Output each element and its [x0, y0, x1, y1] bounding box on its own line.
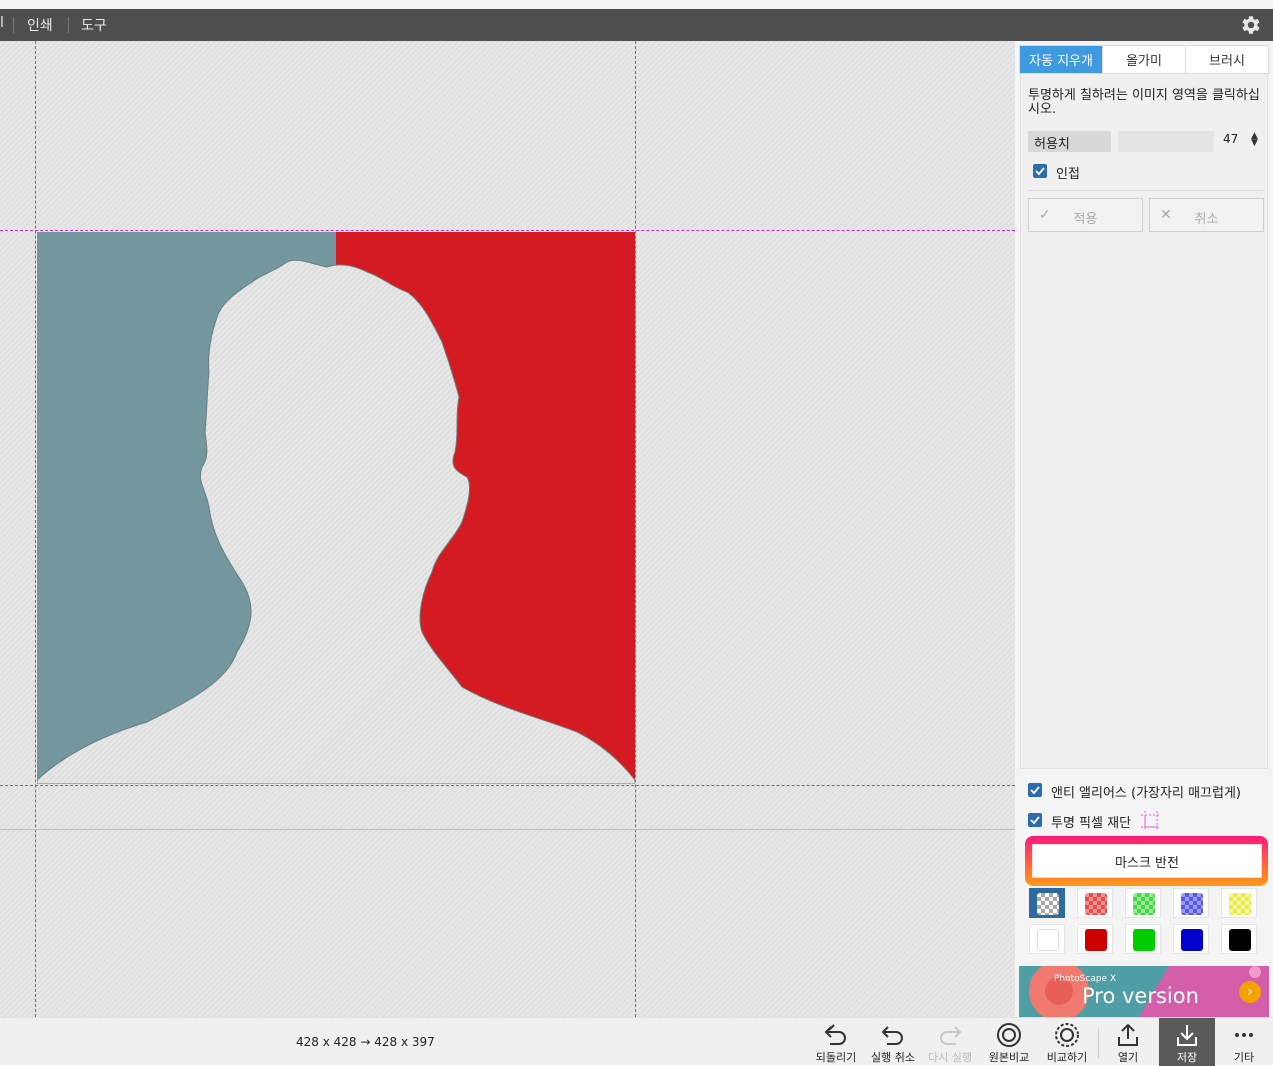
edited-photo[interactable] [37, 232, 635, 784]
menu-item-print[interactable]: 인쇄 [27, 15, 53, 35]
promo-big-text: Pro version [1082, 984, 1199, 1008]
open-icon [1118, 1023, 1138, 1046]
antialias-checkbox[interactable] [1028, 783, 1042, 797]
crop-icon [1141, 811, 1161, 831]
more-label: 기타 [1233, 1051, 1255, 1064]
compare-label: 비교하기 [1046, 1051, 1088, 1064]
checkmark-icon [1035, 167, 1045, 176]
image-canvas[interactable] [0, 41, 1015, 1017]
checker-green-icon [1133, 893, 1155, 915]
more-button[interactable]: 기타 [1216, 1018, 1272, 1066]
apply-button[interactable]: ✓ 적용 [1028, 198, 1143, 232]
revert-label: 되돌리기 [815, 1051, 857, 1064]
swatch-blue[interactable] [1173, 924, 1209, 954]
checkmark-icon [1030, 786, 1040, 795]
checker-gray-icon [1037, 893, 1059, 915]
compare-original-label: 원본비교 [988, 1051, 1030, 1064]
red-color-icon [1085, 929, 1107, 951]
guide-line-cyan [0, 829, 1015, 830]
tab-brush[interactable]: 브러시 [1186, 46, 1268, 73]
invert-mask-button[interactable]: 마스크 반전 [1032, 844, 1262, 878]
green-color-icon [1133, 929, 1155, 951]
undo-label: 실행 취소 [871, 1051, 915, 1064]
menu-item-partial[interactable]: l [0, 15, 4, 31]
instruction-text: 투명하게 칠하려는 이미지 영역을 클릭하십시오. [1028, 88, 1260, 117]
save-icon [1177, 1025, 1197, 1046]
pro-version-banner[interactable]: PhotoScape X Pro version › [1019, 966, 1269, 1017]
redo-icon [940, 1026, 962, 1045]
save-button[interactable]: 저장 [1159, 1018, 1215, 1066]
bottom-toolbar: 428 x 428 → 428 x 397 되돌리기 실행 취소 다시 실행 원… [0, 1017, 1273, 1066]
open-button[interactable]: 열기 [1100, 1018, 1156, 1066]
swatch-checker-yellow[interactable] [1221, 888, 1257, 918]
invert-mask-highlight: 마스크 반전 [1025, 836, 1268, 886]
tolerance-spinner-icon[interactable]: ▲ ▼ [1251, 132, 1258, 148]
swatch-checker-green[interactable] [1125, 888, 1161, 918]
tolerance-slider[interactable] [1118, 131, 1214, 152]
guide-line-left [35, 41, 36, 1017]
redo-button[interactable]: 다시 실행 [922, 1018, 978, 1066]
swatch-red[interactable] [1077, 924, 1113, 954]
apply-label: 적용 [1073, 212, 1098, 227]
panel-settings-box [1020, 45, 1268, 769]
contiguous-label: 인접 [1056, 167, 1080, 182]
compare-original-button[interactable]: 원본비교 [981, 1018, 1037, 1066]
swatch-green[interactable] [1125, 924, 1161, 954]
tab-lasso[interactable]: 올가미 [1103, 46, 1186, 73]
antialias-label: 앤티 앨리어스 (가장자리 매끄럽게) [1051, 786, 1241, 801]
blue-color-icon [1181, 929, 1203, 951]
more-icon [1235, 1033, 1253, 1037]
guide-line-top [0, 230, 1015, 231]
trim-transparent-label: 투명 픽셀 재단 [1051, 816, 1132, 831]
menu-separator [68, 17, 69, 33]
toolbar-separator [1098, 1028, 1099, 1058]
window-top-strip [0, 0, 1273, 9]
swatch-checker-red[interactable] [1077, 888, 1113, 918]
undo-button[interactable]: 실행 취소 [865, 1018, 921, 1066]
compare-button[interactable]: 비교하기 [1039, 1018, 1095, 1066]
black-color-icon [1229, 929, 1251, 951]
white-color-icon [1037, 929, 1059, 951]
cancel-label: 취소 [1194, 212, 1219, 227]
menu-separator [13, 17, 14, 33]
checker-blue-icon [1181, 893, 1203, 915]
swatch-checker-gray[interactable] [1029, 888, 1065, 918]
checker-yellow-icon [1229, 893, 1251, 915]
promo-small-text: PhotoScape X [1054, 974, 1117, 984]
tolerance-value[interactable]: 47 [1223, 132, 1238, 146]
cancel-button[interactable]: ✕ 취소 [1149, 198, 1264, 232]
tab-auto-eraser[interactable]: 자동 지우개 [1020, 46, 1103, 73]
menu-bar: l 인쇄 도구 [0, 9, 1273, 41]
checkmark-icon [1030, 816, 1040, 825]
revert-icon [824, 1024, 846, 1045]
tool-tabs: 자동 지우개 올가미 브러시 [1019, 45, 1269, 74]
gear-icon[interactable] [1238, 13, 1262, 37]
menu-item-tools[interactable]: 도구 [81, 15, 107, 35]
save-label: 저장 [1176, 1051, 1198, 1064]
swatch-checker-blue[interactable] [1173, 888, 1209, 918]
checker-red-icon [1085, 893, 1107, 915]
open-label: 열기 [1117, 1051, 1139, 1064]
trim-transparent-checkbox[interactable] [1028, 813, 1042, 827]
contiguous-checkbox[interactable] [1033, 164, 1047, 178]
image-dimensions: 428 x 428 → 428 x 397 [296, 1035, 435, 1049]
guide-line-right [635, 41, 636, 1017]
undo-icon [881, 1026, 903, 1045]
revert-button[interactable]: 되돌리기 [808, 1018, 864, 1066]
redo-label: 다시 실행 [928, 1051, 972, 1064]
tolerance-label: 허용치 [1028, 131, 1111, 152]
swatch-black[interactable] [1221, 924, 1257, 954]
tool-panel: 자동 지우개 올가미 브러시 투명하게 칠하려는 이미지 영역을 클릭하십시오.… [1015, 41, 1273, 1017]
chevron-right-icon: › [1239, 981, 1261, 1003]
compare-original-icon [997, 1023, 1021, 1047]
swatch-white[interactable] [1029, 924, 1065, 954]
divider [1028, 190, 1264, 191]
guide-line-bottom [0, 785, 1015, 786]
compare-icon [1055, 1023, 1079, 1047]
